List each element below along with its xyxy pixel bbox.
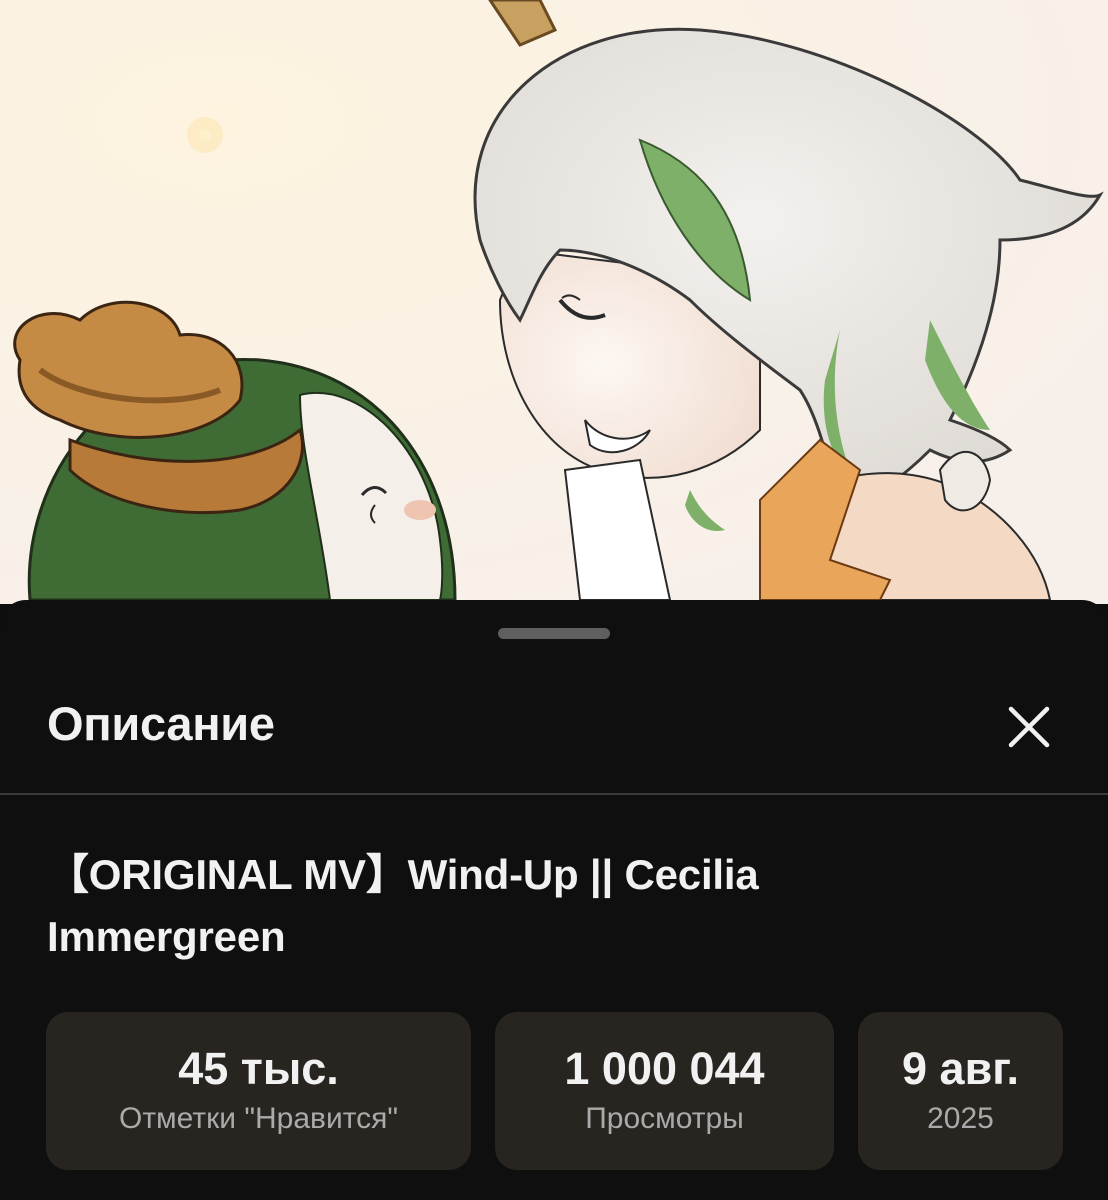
close-icon bbox=[1008, 706, 1050, 748]
views-count: 1 000 044 bbox=[564, 1043, 765, 1094]
video-title: 【ORIGINAL MV】Wind-Up || Cecilia Immergre… bbox=[47, 851, 759, 960]
thumbnail-illustration bbox=[0, 0, 1108, 604]
views-label: Просмотры bbox=[585, 1102, 744, 1135]
likes-label: Отметки "Нравится" bbox=[118, 1102, 399, 1135]
drag-handle[interactable] bbox=[498, 628, 610, 639]
sheet-title: Описание bbox=[47, 697, 275, 750]
publish-year: 2025 bbox=[927, 1102, 994, 1135]
publish-date: 9 авг. bbox=[902, 1043, 1019, 1094]
likes-count: 45 тыс. bbox=[178, 1043, 339, 1094]
views-stat-card: 1 000 044 Просмотры bbox=[495, 1012, 834, 1170]
close-button[interactable] bbox=[996, 694, 1062, 760]
video-thumbnail[interactable] bbox=[0, 0, 1108, 604]
description-sheet: Описание 【ORIGINAL MV】Wind-Up || Cecilia… bbox=[0, 600, 1108, 1200]
date-stat-card: 9 авг. 2025 bbox=[858, 1012, 1063, 1170]
divider bbox=[0, 793, 1108, 795]
likes-stat-card: 45 тыс. Отметки "Нравится" bbox=[46, 1012, 471, 1170]
